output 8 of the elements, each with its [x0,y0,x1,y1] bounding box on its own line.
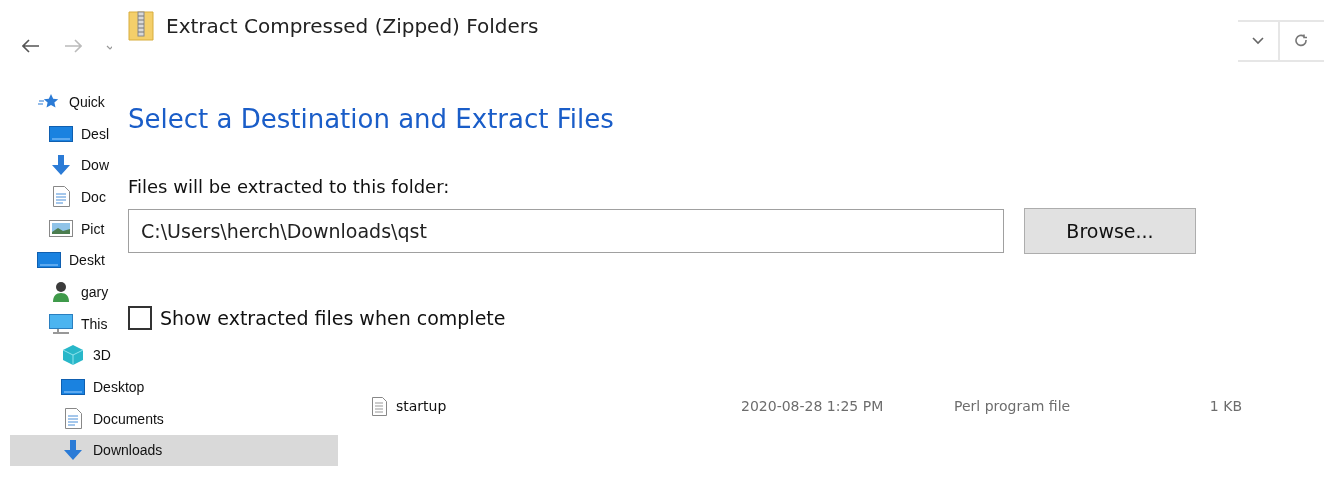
file-size: 1 KB [1208,398,1242,414]
file-type: Perl program file [954,398,1072,414]
file-date: 2020-08-28 1:25 PM [741,398,885,414]
file-name: startup [396,398,448,414]
checkbox-label: Show extracted files when complete [160,307,506,329]
dialog-heading: Select a Destination and Extract Files [128,104,615,134]
folder-label: Files will be extracted to this folder: [128,176,451,197]
dialog-title: Extract Compressed (Zipped) Folders [166,14,539,38]
